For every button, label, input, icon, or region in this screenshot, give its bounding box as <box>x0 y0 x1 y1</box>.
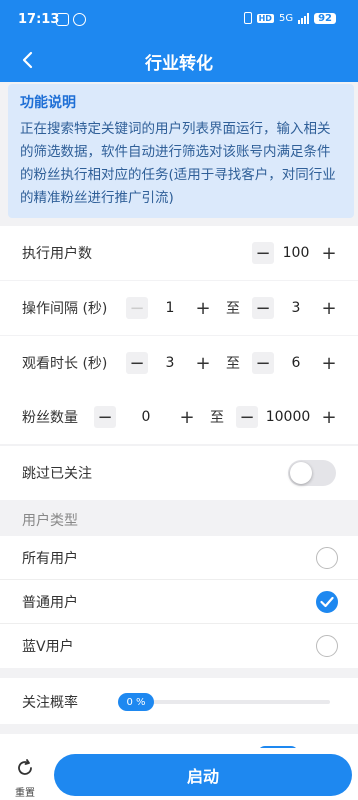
reset-button[interactable]: 重置 <box>10 758 40 799</box>
fans-max-value[interactable]: 10000 <box>264 409 312 425</box>
user-type-option-normal[interactable]: 普通用户 <box>0 580 358 624</box>
fans-row: 粉丝数量 − 0 + 至 − 10000 + <box>0 390 358 444</box>
exec-users-plus-button[interactable]: + <box>318 242 340 264</box>
interval-separator: 至 <box>226 301 240 317</box>
user-type-option-all[interactable]: 所有用户 <box>0 536 358 580</box>
fans-range: − 0 + 至 − 10000 + <box>94 390 340 444</box>
skip-followed-row: 跳过已关注 <box>0 446 358 500</box>
radio-icon[interactable] <box>316 547 338 569</box>
fans-min-minus-button[interactable]: − <box>94 406 116 428</box>
watch-max-value[interactable]: 6 <box>280 355 312 371</box>
interval-label: 操作间隔 (秒) <box>22 301 108 317</box>
interval-max-minus-button[interactable]: − <box>252 297 274 319</box>
toggle-knob <box>290 462 312 484</box>
footer-bar: 重置 启动 <box>0 748 358 800</box>
skip-followed-card: 跳过已关注 <box>0 446 358 500</box>
fans-min-value[interactable]: 0 <box>122 409 170 425</box>
exec-users-minus-button[interactable]: − <box>252 242 274 264</box>
hd-badge: HD <box>256 13 274 23</box>
network-label: 5G <box>278 12 294 24</box>
interval-card: 操作间隔 (秒) − 1 + 至 − 3 + <box>0 281 358 335</box>
follow-rate-row: 关注概率 0 % <box>0 678 358 724</box>
user-type-card: 所有用户 普通用户 蓝V用户 <box>0 536 358 668</box>
fans-max-plus-button[interactable]: + <box>318 406 340 428</box>
exec-users-label: 执行用户数 <box>22 246 92 262</box>
info-panel: 功能说明 正在搜索特定关键词的用户列表界面运行，输入相关的筛选数据，软件自动进行… <box>8 84 354 218</box>
notification-icons <box>56 13 86 26</box>
info-text: 正在搜索特定关键词的用户列表界面运行，输入相关的筛选数据，软件自动进行筛选对该账… <box>20 121 336 206</box>
interval-row: 操作间隔 (秒) − 1 + 至 − 3 + <box>0 281 358 335</box>
watch-min-minus-button[interactable]: − <box>126 352 148 374</box>
watch-min-plus-button[interactable]: + <box>192 352 214 374</box>
user-type-option-bluev[interactable]: 蓝V用户 <box>0 624 358 668</box>
skip-followed-toggle[interactable] <box>288 460 336 486</box>
app-header: 17:13 HD 5G 92 行业转化 <box>0 0 358 82</box>
radio-icon[interactable] <box>316 635 338 657</box>
exec-users-card: 执行用户数 − 100 + <box>0 226 358 280</box>
fans-min-plus-button[interactable]: + <box>176 406 198 428</box>
watch-min-value[interactable]: 3 <box>154 355 186 371</box>
status-time: 17:13 <box>18 12 60 27</box>
exec-users-stepper: − 100 + <box>252 226 340 280</box>
skip-followed-label: 跳过已关注 <box>22 466 92 482</box>
follow-rate-thumb[interactable]: 0 % <box>118 693 154 711</box>
info-heading: 功能说明 <box>20 95 76 111</box>
watch-range: − 3 + 至 − 6 + <box>126 336 340 390</box>
user-type-label: 所有用户 <box>22 550 78 567</box>
cloud-notification-icon <box>73 13 86 26</box>
fans-max-minus-button[interactable]: − <box>236 406 258 428</box>
interval-max-value[interactable]: 3 <box>280 300 312 316</box>
interval-min-minus-button[interactable]: − <box>126 297 148 319</box>
interval-range: − 1 + 至 − 3 + <box>126 281 340 335</box>
signal-icon <box>298 12 310 24</box>
fans-card: 粉丝数量 − 0 + 至 − 10000 + <box>0 390 358 444</box>
interval-min-value[interactable]: 1 <box>154 300 186 316</box>
start-button[interactable]: 启动 <box>54 754 352 796</box>
watch-card: 观看时长 (秒) − 3 + 至 − 6 + <box>0 336 358 390</box>
status-bar: 17:13 HD 5G 92 <box>0 0 358 40</box>
reset-label: 重置 <box>15 788 35 799</box>
page-title: 行业转化 <box>145 54 213 74</box>
watch-label: 观看时长 (秒) <box>22 356 108 372</box>
user-type-label: 普通用户 <box>22 594 78 611</box>
follow-rate-label: 关注概率 <box>22 695 78 711</box>
nav-bar: 行业转化 <box>0 40 358 82</box>
user-type-title: 用户类型 <box>22 513 78 529</box>
exec-users-value[interactable]: 100 <box>280 245 312 261</box>
radio-checked-icon[interactable] <box>316 591 338 613</box>
app-notification-icon <box>56 13 69 26</box>
watch-max-plus-button[interactable]: + <box>318 352 340 374</box>
interval-min-plus-button[interactable]: + <box>192 297 214 319</box>
refresh-icon <box>18 759 32 775</box>
fans-label: 粉丝数量 <box>22 410 78 426</box>
vibrate-icon <box>243 12 252 24</box>
fans-separator: 至 <box>210 410 224 426</box>
interval-max-plus-button[interactable]: + <box>318 297 340 319</box>
watch-max-minus-button[interactable]: − <box>252 352 274 374</box>
battery-icon: 92 <box>314 12 336 24</box>
exec-users-row: 执行用户数 − 100 + <box>0 226 358 280</box>
user-type-label: 蓝V用户 <box>22 639 74 655</box>
status-right: HD 5G 92 <box>243 12 336 24</box>
watch-separator: 至 <box>226 356 240 372</box>
watch-row: 观看时长 (秒) − 3 + 至 − 6 + <box>0 336 358 390</box>
